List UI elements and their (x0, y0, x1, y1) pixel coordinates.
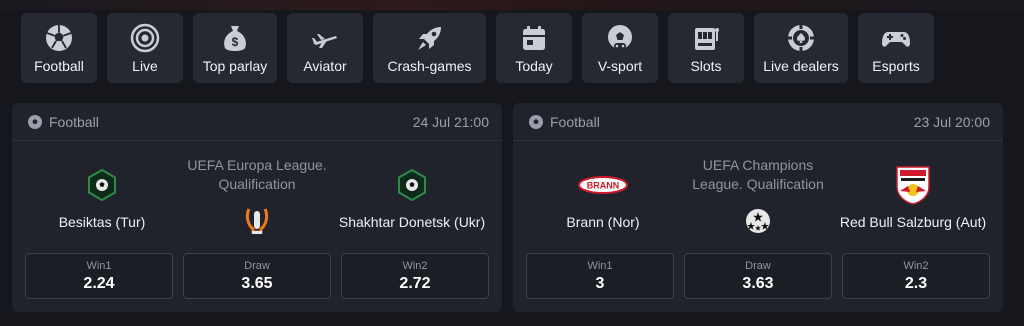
rocket-icon (415, 23, 445, 53)
europa-league-trophy-icon (242, 206, 272, 236)
odd-label: Draw (244, 259, 270, 272)
category-label: Slots (690, 58, 722, 74)
football-icon (529, 114, 543, 129)
home-team[interactable]: Besiktas (Tur) (12, 141, 192, 230)
virtual-football-icon (605, 23, 635, 53)
odd-value: 3 (595, 274, 605, 292)
odd-label: Win1 (86, 259, 112, 272)
calendar-icon (519, 23, 549, 53)
odd-value: 3.65 (241, 274, 273, 292)
team-logo-salzburg (823, 163, 1003, 207)
event-card[interactable]: Football 23 Jul 20:00 BRANN Brann (Nor) … (513, 103, 1003, 312)
odd-draw-button[interactable]: Draw 3.63 (684, 253, 832, 299)
category-label: Today (515, 58, 553, 74)
away-team[interactable]: Red Bull Salzburg (Aut) (823, 141, 1003, 230)
league-name: UEFA Europa League. Qualification (187, 157, 327, 192)
home-team[interactable]: BRANN Brann (Nor) (513, 141, 693, 230)
category-slots[interactable]: Slots (668, 13, 744, 83)
odd-value: 2.3 (904, 274, 928, 292)
team-logo-besiktas (12, 163, 192, 207)
category-v-sport[interactable]: V-sport (582, 13, 658, 83)
team-name: Besiktas (Tur) (58, 214, 146, 230)
category-aviator[interactable]: Aviator (287, 13, 363, 83)
category-label: Live (132, 58, 158, 74)
odd-value: 3.63 (742, 274, 774, 292)
sport-name: Football (49, 113, 99, 130)
league-name: UEFA Champions League. Qualification (692, 157, 824, 192)
event-datetime: 23 Jul 20:00 (913, 113, 990, 130)
odd-label: Win2 (903, 259, 929, 272)
category-label: Crash-games (387, 58, 472, 74)
category-label: Esports (872, 58, 920, 74)
sport-tag: Football (528, 114, 600, 130)
odds-row: Win1 2.24 Draw 3.65 Win2 2.72 (25, 253, 489, 299)
team-name: Red Bull Salzburg (Aut) (839, 214, 987, 230)
sport-tag: Football (27, 114, 99, 130)
odd-win1-button[interactable]: Win1 2.24 (25, 253, 173, 299)
event-card[interactable]: Football 24 Jul 21:00 Besiktas (Tur) UEF… (12, 103, 502, 312)
event-card-header: Football 23 Jul 20:00 (513, 103, 1003, 141)
category-label: Top parlay (202, 58, 268, 74)
odd-value: 2.72 (399, 274, 431, 292)
category-live-dealers[interactable]: Live dealers (754, 13, 848, 83)
team-name: Brann (Nor) (566, 214, 640, 230)
champions-league-starball-icon (743, 206, 773, 236)
matchup: Besiktas (Tur) UEFA Europa League. Quali… (12, 141, 502, 249)
category-label: V-sport (597, 58, 643, 74)
category-today[interactable]: Today (496, 13, 572, 83)
odds-row: Win1 3 Draw 3.63 Win2 2.3 (526, 253, 990, 299)
category-football[interactable]: Football (21, 13, 97, 83)
category-label: Aviator (303, 58, 347, 74)
odd-draw-button[interactable]: Draw 3.65 (183, 253, 331, 299)
odd-label: Draw (745, 259, 771, 272)
svg-text:$: $ (232, 35, 239, 49)
event-datetime: 24 Jul 21:00 (412, 113, 489, 130)
category-crash-games[interactable]: Crash-games (373, 13, 486, 83)
gamepad-icon (881, 23, 911, 53)
football-icon (28, 114, 42, 129)
odd-value: 2.24 (83, 274, 115, 292)
slot-machine-icon (691, 23, 721, 53)
odd-win2-button[interactable]: Win2 2.3 (842, 253, 990, 299)
airplane-icon (310, 23, 340, 53)
casino-chip-icon (786, 23, 816, 53)
sport-name: Football (550, 113, 600, 130)
money-bag-icon: $ (220, 23, 250, 53)
top-banner-strip (0, 0, 1024, 10)
category-top-parlay[interactable]: $ Top parlay (193, 13, 277, 83)
matchup: BRANN Brann (Nor) UEFA Champions League.… (513, 141, 1003, 249)
svg-text:BRANN: BRANN (587, 181, 620, 191)
football-icon (44, 23, 74, 53)
odd-win2-button[interactable]: Win2 2.72 (341, 253, 489, 299)
team-logo-brann: BRANN (513, 163, 693, 207)
category-nav: Football Live $ Top parlay Aviator Crash… (21, 13, 934, 83)
live-target-icon (130, 23, 160, 53)
odd-label: Win1 (587, 259, 613, 272)
category-live[interactable]: Live (107, 13, 183, 83)
category-label: Live dealers (763, 58, 839, 74)
odd-win1-button[interactable]: Win1 3 (526, 253, 674, 299)
away-team[interactable]: Shakhtar Donetsk (Ukr) (322, 141, 502, 230)
event-card-header: Football 24 Jul 21:00 (12, 103, 502, 141)
odd-label: Win2 (402, 259, 428, 272)
team-name: Shakhtar Donetsk (Ukr) (338, 214, 486, 230)
category-esports[interactable]: Esports (858, 13, 934, 83)
category-label: Football (34, 58, 84, 74)
team-logo-shakhtar (322, 163, 502, 207)
